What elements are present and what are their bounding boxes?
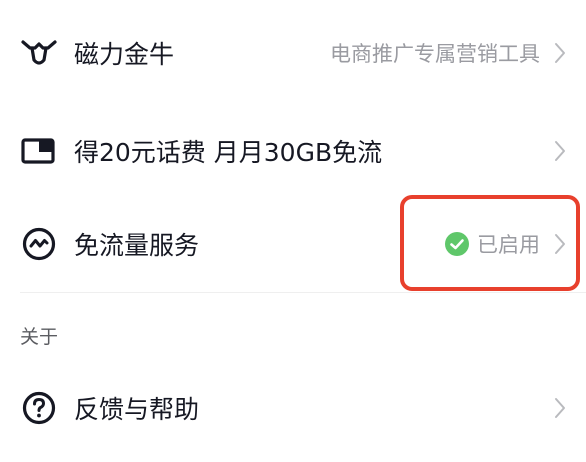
settings-item-label: 得20元话费 月月30GB免流 [74, 138, 383, 167]
settings-item-label: 反馈与帮助 [74, 395, 200, 424]
chevron-right-icon [552, 395, 568, 421]
section-divider [20, 292, 586, 293]
settings-item-magnetic-bull[interactable]: 磁力金牛 电商推广专属营销工具 [0, 14, 586, 92]
check-circle-icon [445, 232, 469, 256]
wave-circle-icon [20, 225, 58, 263]
settings-item-description: 电商推广专属营销工具 [330, 42, 540, 66]
settings-item-feedback-help[interactable]: 反馈与帮助 [0, 368, 586, 448]
status-text: 已启用 [477, 233, 540, 257]
status-badge: 已启用 [445, 229, 540, 259]
chevron-right-icon [552, 138, 568, 164]
settings-item-label: 免流量服务 [74, 231, 200, 260]
chevron-right-icon [552, 40, 568, 66]
chevron-right-icon [552, 231, 568, 257]
settings-item-label: 磁力金牛 [74, 40, 175, 69]
section-title-about: 关于 [20, 326, 59, 348]
question-circle-icon [20, 389, 58, 427]
sim-card-icon [20, 132, 58, 170]
bull-head-icon [20, 34, 58, 72]
settings-page: 磁力金牛 电商推广专属营销工具 得20元话费 月月30GB免流 免流量服务 已启… [0, 0, 586, 462]
settings-item-data-plan[interactable]: 得20元话费 月月30GB免流 [0, 112, 586, 190]
settings-item-free-data-service[interactable]: 免流量服务 已启用 [0, 205, 586, 283]
